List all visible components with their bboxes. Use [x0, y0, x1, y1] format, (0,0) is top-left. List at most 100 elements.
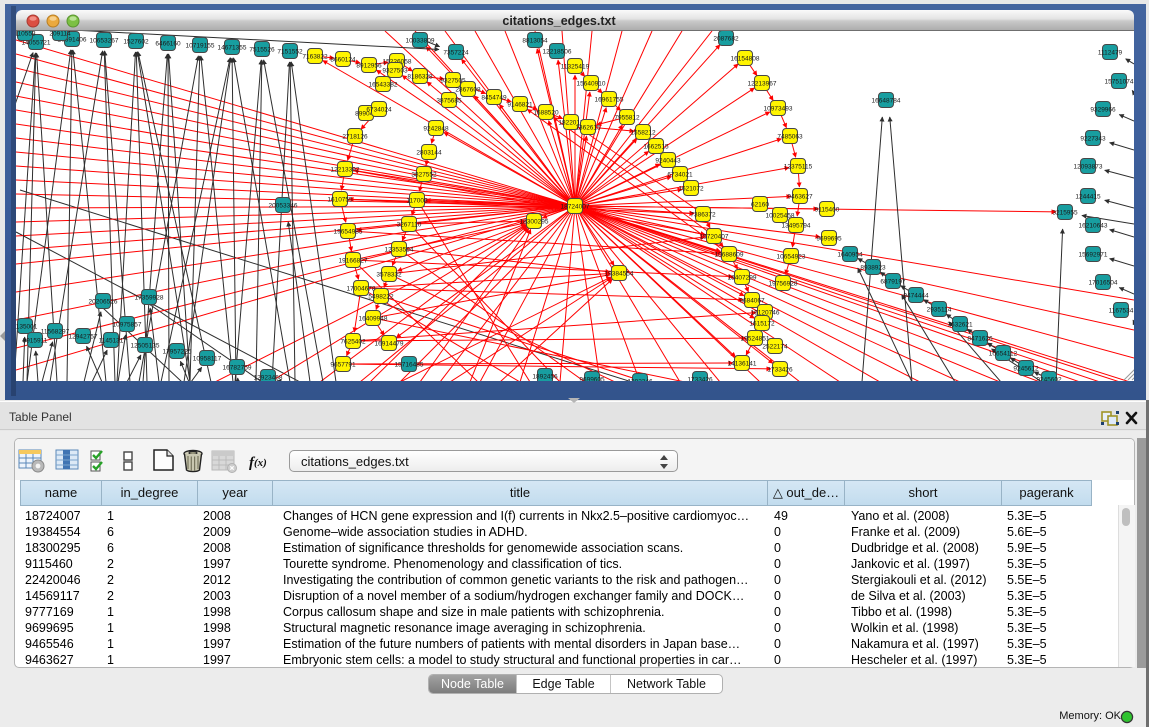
svg-text:12218506: 12218506 — [543, 49, 572, 56]
svg-text:9115460: 9115460 — [815, 207, 840, 214]
svg-text:2935114: 2935114 — [927, 307, 952, 314]
svg-text:8660124: 8660124 — [330, 57, 356, 64]
svg-text:20206526: 20206526 — [89, 299, 118, 306]
svg-text:10958117: 10958117 — [193, 356, 222, 363]
svg-text:10719155: 10719155 — [186, 43, 215, 50]
svg-text:19756928: 19756928 — [769, 281, 798, 288]
svg-text:19384554: 19384554 — [605, 271, 634, 278]
svg-text:9327503: 9327503 — [382, 68, 408, 75]
svg-text:16961755: 16961755 — [595, 97, 624, 104]
svg-text:8186328: 8186328 — [407, 74, 433, 81]
svg-text:2718126: 2718126 — [342, 134, 368, 141]
svg-text:10973493: 10973493 — [764, 106, 793, 113]
svg-text:3215955: 3215955 — [1052, 210, 1078, 217]
svg-text:7625402: 7625402 — [340, 339, 366, 346]
svg-text:1615172: 1615172 — [749, 321, 775, 328]
svg-text:62160: 62160 — [751, 202, 769, 209]
svg-text:10654112: 10654112 — [989, 351, 1018, 358]
svg-text:13495794: 13495794 — [782, 223, 811, 230]
svg-text:1892456: 1892456 — [532, 374, 558, 381]
svg-text:14136141: 14136141 — [728, 361, 757, 368]
svg-text:1167534: 1167534 — [1109, 308, 1134, 315]
svg-text:1527602: 1527602 — [123, 39, 149, 46]
svg-text:6734024: 6734024 — [366, 107, 392, 114]
svg-text:8454749: 8454749 — [481, 95, 507, 102]
svg-text:17004678: 17004678 — [347, 286, 376, 293]
svg-text:7151552: 7151552 — [277, 49, 303, 56]
svg-text:1621072: 1621072 — [678, 186, 704, 193]
svg-text:15716485: 15716485 — [395, 362, 424, 369]
svg-text:16409948: 16409948 — [359, 316, 388, 323]
svg-text:9463627: 9463627 — [787, 194, 813, 201]
svg-text:1112479: 1112479 — [1098, 50, 1123, 57]
svg-text:(x): (x) — [254, 457, 267, 469]
svg-text:9227343: 9227343 — [1080, 136, 1106, 143]
svg-text:10033809: 10033809 — [406, 38, 435, 45]
svg-text:8938923: 8938923 — [860, 265, 886, 272]
svg-text:18407299: 18407299 — [728, 275, 757, 282]
svg-text:9329966: 9329966 — [1090, 107, 1116, 114]
svg-text:15751074: 15751074 — [1105, 79, 1134, 86]
svg-text:14671355: 14671355 — [218, 45, 247, 52]
svg-text:209114: 209114 — [49, 31, 71, 38]
svg-text:9146821: 9146821 — [507, 102, 533, 109]
svg-text:12353594: 12353594 — [385, 247, 414, 254]
svg-text:7955812: 7955812 — [614, 115, 640, 122]
svg-text:3267110: 3267110 — [397, 222, 422, 229]
svg-text:3915911: 3915911 — [23, 338, 48, 345]
svg-text:7163822: 7163822 — [302, 54, 328, 61]
svg-text:9245612: 9245612 — [1013, 366, 1039, 373]
svg-text:1362615: 1362615 — [575, 125, 601, 132]
svg-text:10975857: 10975857 — [113, 322, 142, 329]
svg-text:7485063: 7485063 — [777, 134, 803, 141]
svg-text:11568297: 11568297 — [41, 329, 70, 336]
svg-text:19166827: 19166827 — [339, 258, 368, 265]
svg-text:16648784: 16648784 — [872, 98, 901, 105]
svg-text:12213967: 12213967 — [748, 81, 777, 88]
svg-text:17359928: 17359928 — [135, 295, 164, 302]
svg-text:110553: 110553 — [16, 31, 36, 38]
svg-text:16914479: 16914479 — [375, 341, 404, 348]
svg-text:17016504: 17016504 — [1089, 280, 1118, 287]
svg-text:1558212: 1558212 — [630, 130, 656, 137]
svg-text:8912956: 8912956 — [356, 63, 382, 70]
svg-text:16543382: 16543382 — [369, 82, 398, 89]
svg-text:8813054: 8813054 — [522, 38, 548, 45]
svg-text:7357224: 7357224 — [443, 50, 469, 57]
svg-text:10654923: 10654923 — [777, 254, 806, 261]
svg-text:3827552: 3827552 — [411, 172, 437, 179]
svg-text:6466160: 6466160 — [155, 41, 181, 48]
svg-text:10653267: 10653267 — [90, 38, 119, 45]
svg-text:2867608: 2867608 — [455, 87, 481, 94]
svg-text:9657791: 9657791 — [330, 362, 356, 369]
svg-text:11325419: 11325419 — [561, 64, 590, 71]
svg-text:3875685: 3875685 — [436, 98, 462, 105]
svg-text:12505135: 12505135 — [131, 343, 160, 350]
svg-text:1135001: 1135001 — [16, 324, 38, 331]
svg-text:16782759: 16782759 — [223, 365, 252, 372]
svg-text:1640954: 1640954 — [837, 252, 863, 259]
svg-text:18724007: 18724007 — [561, 204, 590, 211]
svg-text:1662515: 1662515 — [643, 144, 669, 151]
svg-text:18300295: 18300295 — [520, 219, 549, 226]
svg-text:12375115: 12375115 — [784, 164, 813, 171]
svg-text:9684067: 9684067 — [739, 298, 765, 305]
svg-text:1292346: 1292346 — [627, 379, 653, 382]
svg-text:2803144: 2803144 — [416, 150, 442, 157]
svg-text:1610755: 1610755 — [327, 197, 353, 204]
svg-text:19524851: 19524851 — [741, 336, 770, 343]
svg-text:2522174: 2522174 — [762, 344, 788, 351]
svg-text:15640910: 15640910 — [577, 81, 606, 88]
svg-text:15692971: 15692971 — [1079, 252, 1108, 259]
svg-text:20053346: 20053346 — [269, 203, 298, 210]
svg-text:1588520: 1588520 — [533, 110, 559, 117]
svg-text:9245602: 9245602 — [1036, 377, 1062, 382]
svg-text:1733426: 1733426 — [767, 367, 793, 374]
svg-text:7386372: 7386372 — [690, 212, 716, 219]
svg-text:117008: 117008 — [406, 198, 428, 205]
svg-text:1733426: 1733426 — [687, 377, 713, 382]
svg-text:9240443: 9240443 — [655, 158, 681, 165]
svg-text:2087682: 2087682 — [713, 36, 739, 43]
svg-text:9699695: 9699695 — [816, 236, 842, 243]
svg-text:15720407: 15720407 — [700, 234, 729, 241]
